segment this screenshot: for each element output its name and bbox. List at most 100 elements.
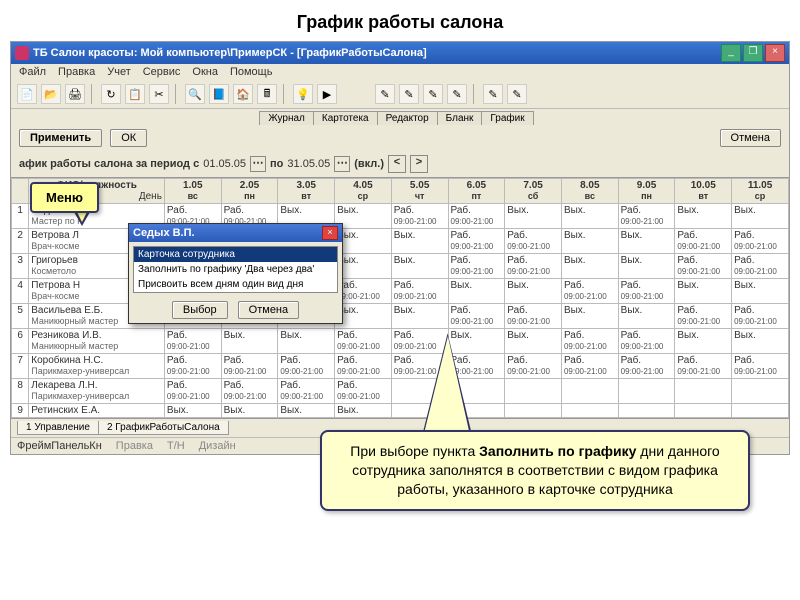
day-cell[interactable]	[505, 379, 562, 404]
menu-service[interactable]: Сервис	[143, 66, 181, 78]
day-cell[interactable]: Раб.09:00-21:00	[505, 229, 562, 254]
day-cell[interactable]: Раб.09:00-21:00	[164, 329, 221, 354]
day-cell[interactable]	[675, 404, 732, 418]
day-cell[interactable]: Вых.	[335, 229, 392, 254]
tb-a1-icon[interactable]: ✎	[375, 84, 395, 104]
tb-a5-icon[interactable]: ✎	[483, 84, 503, 104]
tab-blank[interactable]: Бланк	[437, 111, 483, 125]
day-cell[interactable]: Раб.09:00-21:00	[505, 254, 562, 279]
day-cell[interactable]: Вых.	[618, 229, 675, 254]
ok-button[interactable]: ОК	[110, 129, 147, 147]
tb-a4-icon[interactable]: ✎	[447, 84, 467, 104]
day-cell[interactable]: Раб.09:00-21:00	[732, 254, 789, 279]
day-cell[interactable]: Раб.09:00-21:00	[561, 279, 618, 304]
date-to-picker[interactable]: ⋯	[334, 156, 350, 172]
popup-item-fill[interactable]: Заполнить по графику 'Два через два'	[134, 262, 337, 277]
day-cell[interactable]: Раб.09:00-21:00	[505, 304, 562, 329]
date-from-picker[interactable]: ⋯	[250, 156, 266, 172]
day-cell[interactable]: Вых.	[391, 304, 448, 329]
tb-calc-icon[interactable]: 🖩	[257, 84, 277, 104]
day-cell[interactable]: Вых.	[675, 329, 732, 354]
day-cell[interactable]	[561, 404, 618, 418]
minimize-button[interactable]: _	[721, 44, 741, 62]
day-cell[interactable]: Вых.	[675, 204, 732, 229]
day-cell[interactable]: Раб.09:00-21:00	[675, 304, 732, 329]
employee-name[interactable]: Ретинских Е.А.	[29, 404, 165, 418]
day-cell[interactable]: Вых.	[618, 254, 675, 279]
employee-name[interactable]: Резникова И.В.Маникюрный мастер	[29, 329, 165, 354]
day-cell[interactable]: Раб.09:00-21:00	[221, 379, 278, 404]
day-cell[interactable]: Раб.09:00-21:00	[618, 354, 675, 379]
day-cell[interactable]: Раб.09:00-21:00	[561, 354, 618, 379]
day-cell[interactable]: Вых.	[561, 204, 618, 229]
day-cell[interactable]: Раб.09:00-21:00	[448, 229, 505, 254]
day-cell[interactable]: Вых.	[335, 254, 392, 279]
popup-item-card[interactable]: Карточка сотрудника	[134, 247, 337, 262]
day-cell[interactable]: Раб.09:00-21:00	[675, 229, 732, 254]
menu-help[interactable]: Помощь	[230, 66, 273, 78]
day-cell[interactable]: Вых.	[732, 329, 789, 354]
day-cell[interactable]: Раб.09:00-21:00	[164, 379, 221, 404]
day-cell[interactable]: Вых.	[561, 254, 618, 279]
maximize-button[interactable]: ❐	[743, 44, 763, 62]
day-cell[interactable]: Вых.	[278, 329, 335, 354]
day-cell[interactable]: Вых.	[561, 304, 618, 329]
day-cell[interactable]: Вых.	[335, 404, 392, 418]
popup-close-button[interactable]: ×	[322, 226, 338, 240]
day-cell[interactable]: Вых.	[164, 404, 221, 418]
day-cell[interactable]: Раб.09:00-21:00	[675, 254, 732, 279]
employee-name[interactable]: Лекарева Л.Н.Парикмахер-универсал	[29, 379, 165, 404]
menu-account[interactable]: Учет	[107, 66, 131, 78]
tb-play-icon[interactable]: ▶	[317, 84, 337, 104]
employee-name[interactable]: Коробкина Н.С.Парикмахер-универсал	[29, 354, 165, 379]
day-cell[interactable]	[505, 404, 562, 418]
menu-edit[interactable]: Правка	[58, 66, 95, 78]
table-row[interactable]: 8Лекарева Л.Н.Парикмахер-универсалРаб.09…	[12, 379, 789, 404]
day-cell[interactable]: Вых.	[505, 279, 562, 304]
day-cell[interactable]	[561, 379, 618, 404]
tab-editor[interactable]: Редактор	[377, 111, 438, 125]
tb-search-icon[interactable]: 🔍	[185, 84, 205, 104]
day-cell[interactable]: Раб.09:00-21:00	[278, 354, 335, 379]
popup-item-assign[interactable]: Присвоить всем дням один вид дня	[134, 277, 337, 292]
day-cell[interactable]: Вых.	[335, 304, 392, 329]
tb-a2-icon[interactable]: ✎	[399, 84, 419, 104]
day-cell[interactable]: Раб.09:00-21:00	[278, 379, 335, 404]
day-cell[interactable]: Раб.09:00-21:00	[448, 254, 505, 279]
menu-windows[interactable]: Окна	[192, 66, 218, 78]
day-cell[interactable]: Раб.09:00-21:00	[335, 329, 392, 354]
day-cell[interactable]	[618, 404, 675, 418]
day-cell[interactable]: Раб.09:00-21:00	[448, 204, 505, 229]
day-cell[interactable]	[732, 379, 789, 404]
day-cell[interactable]: Раб.09:00-21:00	[448, 304, 505, 329]
day-cell[interactable]: Раб.09:00-21:00	[335, 354, 392, 379]
day-cell[interactable]: Вых.	[221, 404, 278, 418]
day-cell[interactable]: Раб.09:00-21:00	[164, 354, 221, 379]
day-cell[interactable]: Вых.	[278, 404, 335, 418]
day-cell[interactable]: Раб.09:00-21:00	[335, 279, 392, 304]
tb-new-icon[interactable]: 📄	[17, 84, 37, 104]
day-cell[interactable]: Вых.	[618, 304, 675, 329]
day-cell[interactable]: Раб.09:00-21:00	[618, 204, 675, 229]
table-row[interactable]: 7Коробкина Н.С.Парикмахер-универсалРаб.0…	[12, 354, 789, 379]
tb-bulb-icon[interactable]: 💡	[293, 84, 313, 104]
day-cell[interactable]	[675, 379, 732, 404]
day-cell[interactable]: Вых.	[675, 279, 732, 304]
day-cell[interactable]: Раб.09:00-21:00	[335, 379, 392, 404]
next-button[interactable]: >	[410, 155, 428, 173]
day-cell[interactable]: Вых.	[732, 279, 789, 304]
close-button[interactable]: ×	[765, 44, 785, 62]
day-cell[interactable]: Вых.	[561, 229, 618, 254]
prev-button[interactable]: <	[388, 155, 406, 173]
tb-cut-icon[interactable]: ✂	[149, 84, 169, 104]
menu-file[interactable]: Файл	[19, 66, 46, 78]
tb-book-icon[interactable]: 📘	[209, 84, 229, 104]
tb-refresh-icon[interactable]: ↻	[101, 84, 121, 104]
sheet-tab-2[interactable]: 2 ГрафикРаботыСалона	[98, 421, 229, 435]
day-cell[interactable]: Раб.09:00-21:00	[505, 354, 562, 379]
day-cell[interactable]: Вых.	[391, 229, 448, 254]
day-cell[interactable]: Вых.	[732, 204, 789, 229]
popup-cancel-button[interactable]: Отмена	[238, 301, 299, 319]
tb-doc-icon[interactable]: 📋	[125, 84, 145, 104]
day-cell[interactable]: Вых.	[448, 279, 505, 304]
